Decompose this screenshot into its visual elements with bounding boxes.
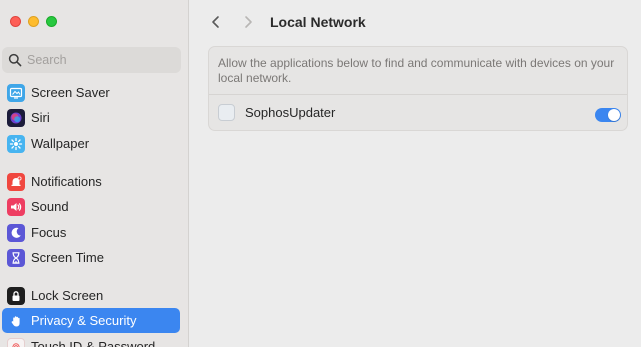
screen-saver-icon	[7, 83, 25, 102]
focus-moon-icon	[7, 223, 25, 242]
sidebar-item-screen-time[interactable]: Screen Time	[2, 245, 180, 270]
siri-icon	[7, 108, 25, 127]
local-network-panel: Allow the applications below to find and…	[208, 46, 628, 131]
sidebar-item-siri[interactable]: Siri	[2, 105, 180, 130]
sidebar-item-label: Notifications	[31, 174, 102, 189]
sidebar-item-label: Sound	[31, 199, 69, 214]
sidebar-item-label: Lock Screen	[31, 288, 104, 303]
forward-button[interactable]	[237, 11, 259, 33]
sidebar-item-wallpaper[interactable]: Wallpaper	[2, 131, 180, 156]
privacy-hand-icon	[7, 311, 25, 330]
page-title: Local Network	[270, 14, 366, 30]
sidebar-item-label: Focus	[31, 225, 67, 240]
back-button[interactable]	[205, 11, 227, 33]
panel-description: Allow the applications below to find and…	[218, 56, 615, 85]
search-input[interactable]	[27, 53, 167, 67]
sidebar-item-lock-screen[interactable]: Lock Screen	[2, 283, 180, 308]
minimize-window-button[interactable]	[28, 16, 39, 27]
zoom-window-button[interactable]	[46, 16, 57, 27]
sidebar: Screen Saver Siri Wallpaper Notification…	[0, 0, 189, 347]
window-controls	[10, 16, 57, 27]
toolbar: Local Network	[190, 0, 641, 44]
wallpaper-icon	[7, 134, 25, 153]
sidebar-item-label: Touch ID & Password	[31, 339, 156, 347]
system-settings-window: Screen Saver Siri Wallpaper Notification…	[0, 0, 641, 347]
chevron-right-icon	[245, 16, 252, 28]
local-network-access-toggle[interactable]	[595, 108, 621, 122]
close-window-button[interactable]	[10, 16, 21, 27]
notifications-icon	[7, 172, 25, 191]
lock-icon	[7, 286, 25, 305]
chevron-left-icon	[212, 16, 219, 28]
toggle-knob	[608, 109, 620, 121]
search-icon	[8, 53, 22, 67]
sidebar-item-focus[interactable]: Focus	[2, 220, 180, 245]
sidebar-item-label: Screen Time	[31, 250, 104, 265]
app-row: SophosUpdater	[209, 95, 627, 130]
sidebar-item-label: Wallpaper	[31, 136, 90, 151]
screen-time-icon	[7, 248, 25, 267]
search-field[interactable]	[2, 47, 181, 73]
fingerprint-icon	[7, 337, 25, 347]
app-name: SophosUpdater	[245, 105, 336, 120]
sidebar-item-label: Siri	[31, 110, 50, 125]
sidebar-item-touch-id-password[interactable]: Touch ID & Password	[2, 334, 180, 347]
sidebar-item-notifications[interactable]: Notifications	[2, 169, 180, 194]
sidebar-item-label: Privacy & Security	[31, 313, 137, 328]
sidebar-item-privacy-security[interactable]: Privacy & Security	[2, 308, 180, 333]
sidebar-item-screen-saver[interactable]: Screen Saver	[2, 80, 180, 105]
main-content: Local Network Allow the applications bel…	[190, 0, 641, 347]
sidebar-item-sound[interactable]: Sound	[2, 194, 180, 219]
app-icon	[218, 104, 235, 121]
sidebar-item-label: Screen Saver	[31, 85, 110, 100]
sound-icon	[7, 197, 25, 216]
